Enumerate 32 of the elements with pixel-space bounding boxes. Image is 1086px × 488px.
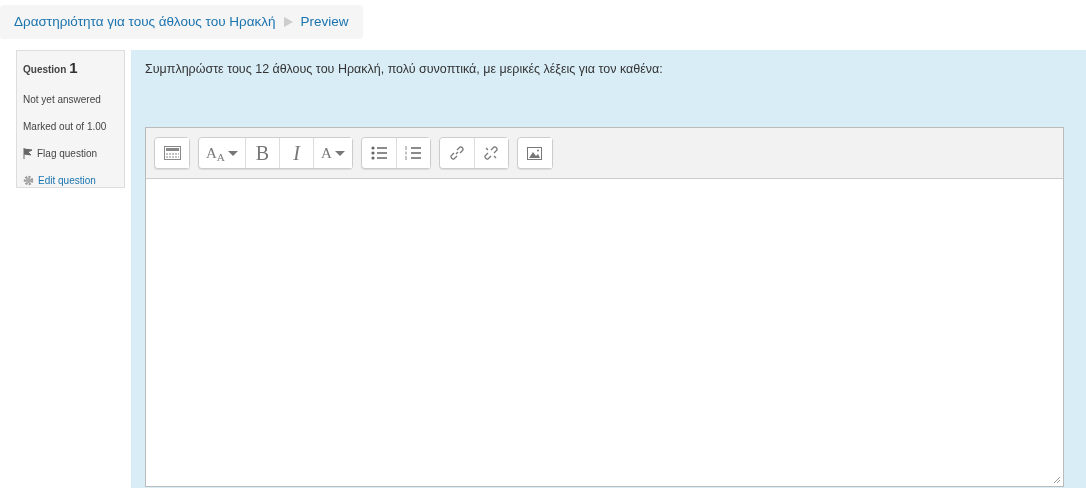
numbered-list-button[interactable] <box>395 138 430 168</box>
italic-button[interactable]: I <box>278 138 313 168</box>
marks-text: Marked out of 1.00 <box>23 119 108 134</box>
question-number: 1 <box>69 59 78 77</box>
html-source-icon <box>163 146 181 160</box>
image-icon <box>527 146 543 160</box>
flag-icon <box>23 147 33 159</box>
image-button[interactable] <box>517 138 552 168</box>
font-color-button[interactable]: A <box>312 138 352 168</box>
separator-icon <box>283 17 293 28</box>
question-label: Question <box>23 64 67 76</box>
edit-question-link[interactable]: Edit question <box>23 172 118 188</box>
breadcrumb-link[interactable]: Δραστηριότητα για τους άθλους του Ηρακλή <box>14 12 276 33</box>
answer-status: Not yet answered <box>23 92 102 107</box>
numbered-list-icon <box>405 146 422 160</box>
bold-button[interactable]: B <box>244 138 279 168</box>
unlink-button[interactable] <box>473 138 508 168</box>
breadcrumb-link[interactable]: Preview <box>300 12 349 33</box>
bullet-list-icon <box>370 146 387 160</box>
text-editor[interactable]: A$_{A}$ B I A <box>145 127 1064 488</box>
question-text: Συμπληρώστε τους 12 άθλους του Ηρακλή, πολύ συνοπτικά, με μερικές λέξεις για τον καθένα: <box>145 61 664 79</box>
resize-handle-icon[interactable] <box>1053 476 1061 485</box>
link-button[interactable] <box>439 138 474 168</box>
caret-icon <box>334 150 345 156</box>
html-source-button[interactable] <box>155 138 189 168</box>
flag-question-link[interactable]: Flag question <box>23 145 118 161</box>
gear-icon <box>23 174 34 186</box>
paragraph-style-button[interactable]: A$_{A}$ <box>199 138 245 168</box>
caret-icon <box>227 150 238 156</box>
link-icon <box>448 145 465 161</box>
bullet-list-button[interactable] <box>361 138 396 168</box>
broken-link-icon <box>483 145 500 161</box>
